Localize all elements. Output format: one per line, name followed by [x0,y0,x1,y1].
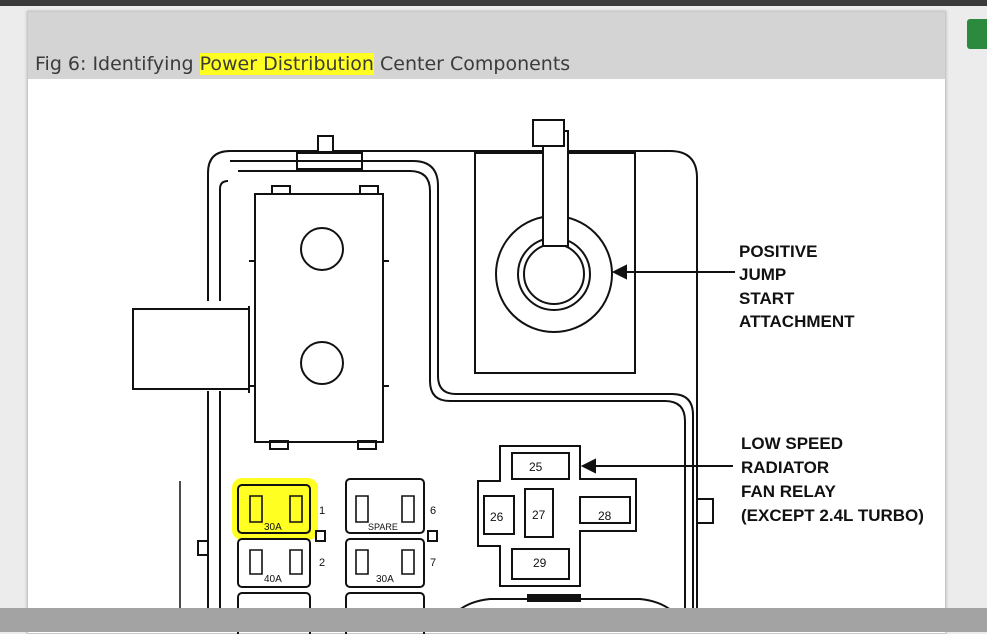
fuse-1-rating: 30A [264,522,282,533]
jump-start-lever [542,130,569,247]
figure-card: Fig 6: Identifying Power Distribution Ce… [27,11,946,634]
fuse-1-number: 1 [319,505,325,517]
fuse-7-number: 7 [430,557,436,569]
jump-start-label-line-2: JUMP [739,265,786,284]
relay-28-label: 28 [598,509,612,523]
figure-caption: Fig 6: Identifying Power Distribution Ce… [35,53,570,75]
fuse-2-number: 2 [319,557,325,569]
caption-highlight: Power Distribution [199,53,374,75]
jump-start-stud [523,243,585,305]
figure-caption-bar: Fig 6: Identifying Power Distribution Ce… [28,12,945,79]
browser-bottom-bar [0,608,987,632]
fuse-6-number: 6 [430,505,436,517]
fuse-7-rating: 30A [376,574,394,585]
caption-prefix: Fig 6: Identifying [35,53,200,75]
relay-29-label: 29 [533,556,547,570]
power-distribution-diagram: POSITIVE JUMP START ATTACHMENT LOW SPEED… [132,119,924,634]
fan-relay-label-line-3: FAN RELAY [741,482,836,501]
fuse-6-rating: SPARE [368,522,398,532]
jump-start-label-line-3: START [739,289,795,308]
side-action-button[interactable] [967,19,987,49]
fuse-2-rating: 40A [264,574,282,585]
side-cable [132,308,249,390]
jump-start-label-line-4: ATTACHMENT [739,312,855,331]
relay-26-label: 26 [490,510,504,524]
fan-relay-label-line-4: (EXCEPT 2.4L TURBO) [741,506,924,525]
relay-27-label: 27 [532,508,546,522]
fan-relay-label-line-1: LOW SPEED [741,434,843,453]
caption-suffix: Center Components [373,53,571,75]
jump-start-label-line-1: POSITIVE [739,242,817,261]
relay-25-label: 25 [529,460,543,474]
browser-top-bar [0,0,987,6]
main-connector-block [254,193,384,443]
fan-relay-label-line-2: RADIATOR [741,458,829,477]
